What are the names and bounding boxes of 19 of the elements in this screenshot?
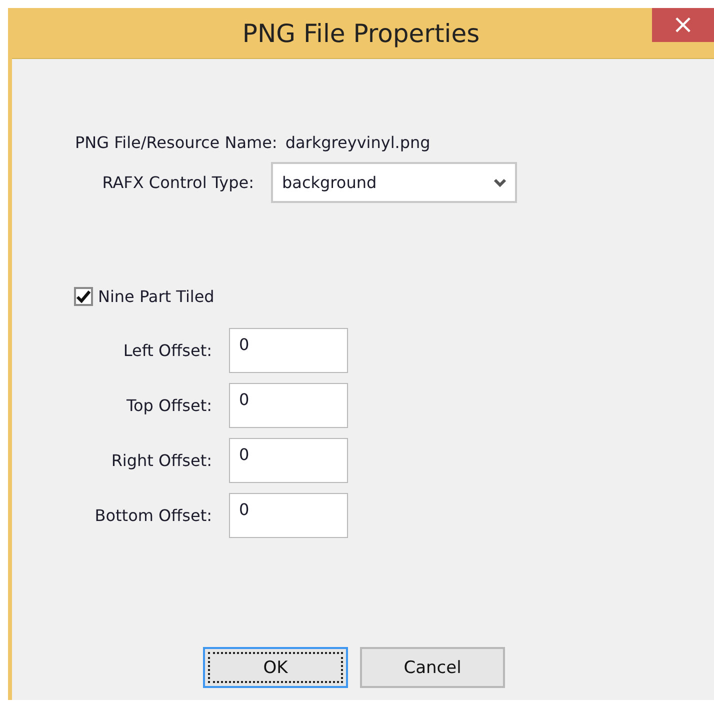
window-title: PNG File Properties [242, 18, 480, 48]
ok-button[interactable]: OK [203, 647, 348, 688]
cancel-button[interactable]: Cancel [360, 647, 505, 688]
resource-name-value: darkgreyvinyl.png [285, 133, 430, 152]
offset-field[interactable]: 0 [229, 438, 348, 483]
control-type-dropdown[interactable]: background [271, 162, 517, 203]
offset-label: Left Offset: [122, 341, 213, 360]
offset-field[interactable]: 0 [229, 328, 348, 373]
control-type-label: RAFX Control Type: [101, 173, 255, 192]
resource-name-label: PNG File/Resource Name: [75, 133, 278, 152]
offset-label: Bottom Offset: [94, 506, 213, 525]
nine-part-label: Nine Part Tiled [98, 287, 214, 306]
offset-field[interactable]: 0 [229, 383, 348, 428]
chevron-icon [493, 178, 507, 188]
offset-label: Right Offset: [110, 451, 213, 470]
close-button[interactable]: × [652, 8, 714, 42]
offset-label: Top Offset: [125, 396, 213, 415]
offset-field[interactable]: 0 [229, 493, 348, 538]
nine-part-checkbox[interactable] [74, 287, 93, 306]
